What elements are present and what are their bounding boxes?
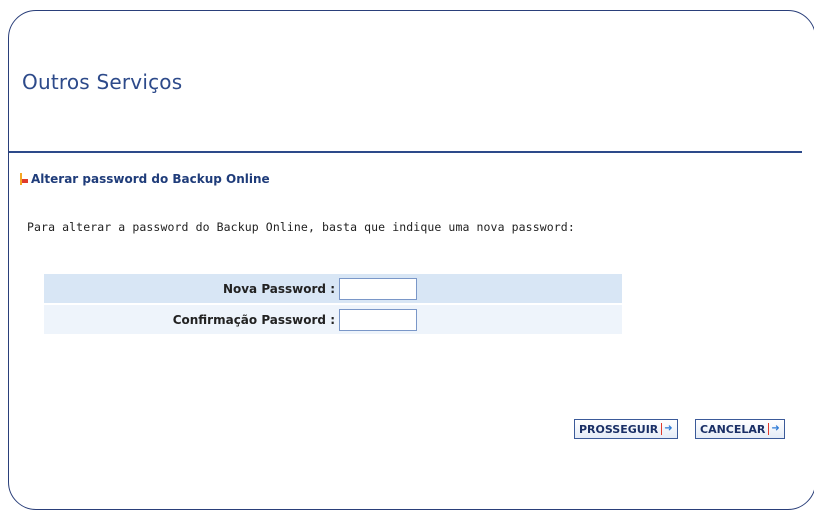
section-bullet-icon: [20, 173, 28, 185]
confirm-password-row: Confirmação Password :: [44, 304, 622, 334]
proceed-button-label: PROSSEGUIR: [579, 422, 659, 436]
proceed-button[interactable]: PROSSEGUIR ➜: [574, 419, 678, 439]
password-form: Nova Password : Confirmação Password :: [44, 274, 622, 334]
new-password-row: Nova Password :: [44, 274, 622, 304]
cancel-button-label: CANCELAR: [700, 422, 766, 436]
arrow-right-icon: ➜: [771, 423, 780, 434]
page-title: Outros Serviços: [22, 70, 183, 94]
confirm-password-input[interactable]: [339, 308, 417, 331]
confirm-password-label: Confirmação Password :: [172, 312, 335, 327]
new-password-input[interactable]: [339, 277, 417, 300]
cancel-button-wrap: CANCELAR ➜: [695, 419, 785, 439]
new-password-label: Nova Password :: [222, 281, 335, 296]
section-header: Alterar password do Backup Online: [20, 172, 270, 186]
section-title: Alterar password do Backup Online: [31, 172, 270, 186]
title-divider: [9, 151, 802, 153]
intro-text: Para alterar a password do Backup Online…: [27, 220, 575, 234]
arrow-right-icon: ➜: [664, 423, 673, 434]
cancel-button[interactable]: CANCELAR ➜: [695, 419, 785, 439]
proceed-button-wrap: PROSSEGUIR ➜: [574, 419, 678, 439]
